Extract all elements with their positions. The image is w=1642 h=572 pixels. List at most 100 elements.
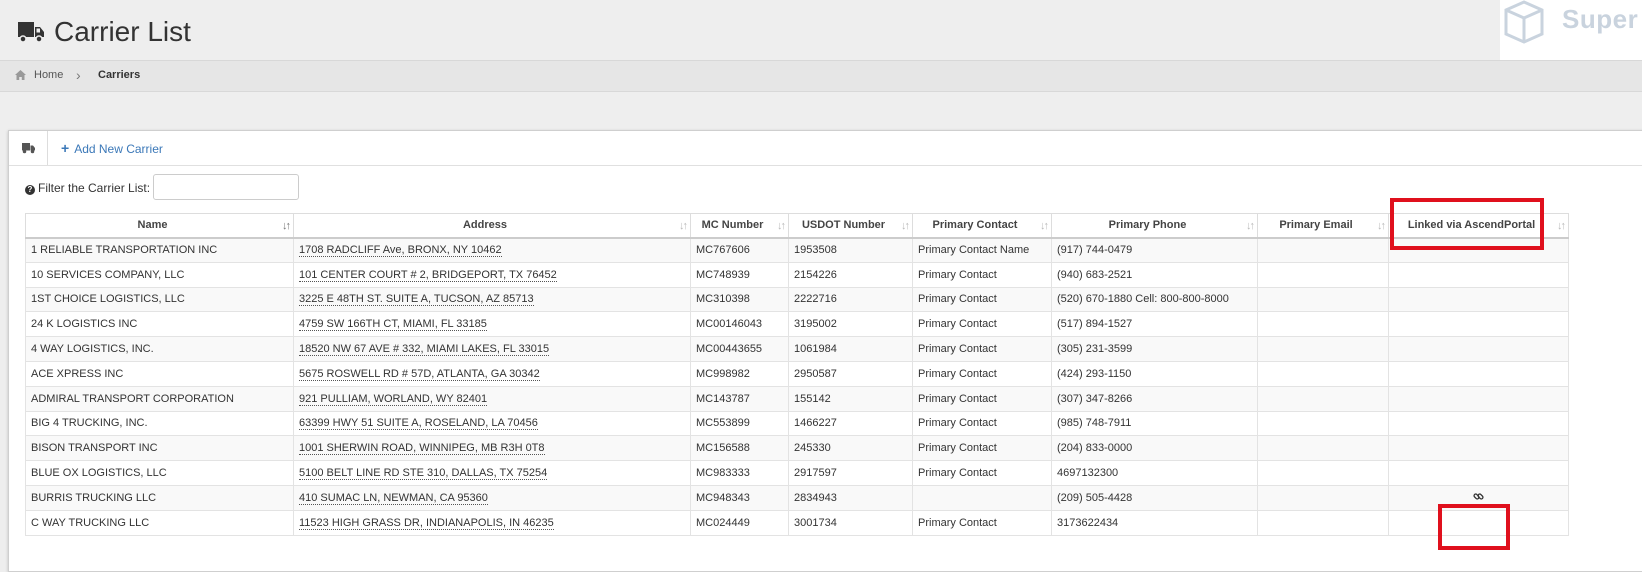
home-icon — [15, 70, 26, 80]
column-header-primary-contact[interactable]: Primary Contact ↓↑ — [912, 213, 1052, 239]
address-link[interactable]: 1708 RADCLIFF Ave, BRONX, NY 10462 — [299, 244, 502, 258]
cell-contact: Primary Contact — [912, 311, 1052, 338]
highlight-box-linked-header — [1390, 198, 1544, 250]
table-row[interactable]: BURRIS TRUCKING LLC 410 SUMAC LN, NEWMAN,… — [25, 484, 1569, 511]
address-link[interactable]: 5100 BELT LINE RD STE 310, DALLAS, TX 75… — [299, 467, 548, 481]
filter-input[interactable] — [153, 174, 299, 200]
cell-email — [1257, 385, 1389, 412]
table-row[interactable]: BLUE OX LOGISTICS, LLC 5100 BELT LINE RD … — [25, 460, 1569, 486]
cell-linked — [1388, 410, 1569, 437]
cell-linked — [1388, 460, 1569, 486]
table-row[interactable]: ACE XPRESS INC 5675 ROSWELL RD # 57D, ATL… — [25, 360, 1569, 387]
cell-phone: (985) 748-7911 — [1051, 410, 1258, 437]
cell-linked — [1388, 311, 1569, 338]
cell-email — [1257, 410, 1389, 437]
cell-name: 24 K LOGISTICS INC — [25, 311, 294, 338]
truck-icon — [22, 143, 35, 154]
table-row[interactable]: C WAY TRUCKING LLC 11523 HIGH GRASS DR, I… — [25, 509, 1569, 536]
cell-contact: Primary Contact — [912, 336, 1052, 362]
column-header-label: Primary Contact — [932, 219, 1018, 232]
sort-icon: ↓↑ — [282, 220, 291, 232]
cell-name: C WAY TRUCKING LLC — [25, 509, 294, 536]
column-header-mc-number[interactable]: MC Number ↓↑ — [690, 213, 789, 239]
link-icon[interactable] — [1473, 491, 1484, 505]
cell-contact: Primary Contact Name — [912, 237, 1052, 263]
cell-usdot: 2154226 — [788, 261, 913, 288]
cell-name: BISON TRANSPORT INC — [25, 435, 294, 462]
cell-mc: MC748939 — [690, 261, 789, 288]
cell-email — [1257, 484, 1389, 511]
cell-name: 1 RELIABLE TRANSPORTATION INC — [25, 237, 294, 263]
cell-usdot: 2917597 — [788, 460, 913, 486]
column-header-label: Name — [137, 219, 168, 232]
table-row[interactable]: BIG 4 TRUCKING, INC. 63399 HWY 51 SUITE A… — [25, 410, 1569, 437]
column-header-label: MC Number — [701, 219, 764, 232]
truck-icon — [18, 22, 44, 43]
table-row[interactable]: BISON TRANSPORT INC 1001 SHERWIN ROAD, WI… — [25, 435, 1569, 462]
address-link[interactable]: 921 PULLIAM, WORLAND, WY 82401 — [299, 392, 488, 406]
sort-icon: ↓↑ — [901, 220, 910, 232]
address-link[interactable]: 1001 SHERWIN ROAD, WINNIPEG, MB R3H 0T8 — [299, 442, 545, 456]
cell-address: 63399 HWY 51 SUITE A, ROSELAND, LA 70456 — [293, 410, 691, 437]
cell-name: BIG 4 TRUCKING, INC. — [25, 410, 294, 437]
panel-truck-tab — [9, 131, 48, 165]
column-header-address[interactable]: Address ↓↑ — [293, 213, 691, 239]
column-header-label: Primary Phone — [1108, 219, 1187, 232]
column-header-label: USDOT Number — [801, 219, 886, 232]
address-link[interactable]: 410 SUMAC LN, NEWMAN, CA 95360 — [299, 491, 488, 505]
cell-contact: Primary Contact — [912, 261, 1052, 288]
add-new-carrier-label: Add New Carrier — [74, 142, 163, 156]
cell-address: 5675 ROSWELL RD # 57D, ATLANTA, GA 30342 — [293, 360, 691, 387]
address-link[interactable]: 11523 HIGH GRASS DR, INDIANAPOLIS, IN 46… — [299, 516, 554, 530]
cell-phone: (940) 683-2521 — [1051, 261, 1258, 288]
table-row[interactable]: 24 K LOGISTICS INC 4759 SW 166TH CT, MIAM… — [25, 311, 1569, 338]
cell-address: 410 SUMAC LN, NEWMAN, CA 95360 — [293, 484, 691, 511]
panel-toolbar: + Add New Carrier — [9, 131, 1642, 166]
address-link[interactable]: 101 CENTER COURT # 2, BRIDGEPORT, TX 764… — [299, 268, 557, 282]
cell-email — [1257, 286, 1389, 313]
table-row[interactable]: 10 SERVICES COMPANY, LLC 101 CENTER COURT… — [25, 261, 1569, 288]
cell-phone: (520) 670-1880 Cell: 800-800-8000 — [1051, 286, 1258, 313]
sort-icon: ↓↑ — [1377, 220, 1386, 232]
page-header: Carrier List Super — [0, 0, 1642, 60]
address-link[interactable]: 18520 NW 67 AVE # 332, MIAMI LAKES, FL 3… — [299, 343, 550, 357]
cell-address: 5100 BELT LINE RD STE 310, DALLAS, TX 75… — [293, 460, 691, 486]
sort-icon: ↓↑ — [777, 220, 786, 232]
table-row[interactable]: ADMIRAL TRANSPORT CORPORATION 921 PULLIAM… — [25, 385, 1569, 412]
table-row[interactable]: 4 WAY LOGISTICS, INC. 18520 NW 67 AVE # 3… — [25, 336, 1569, 362]
cell-name: 1ST CHOICE LOGISTICS, LLC — [25, 286, 294, 313]
cell-mc: MC998982 — [690, 360, 789, 387]
table-row[interactable]: 1 RELIABLE TRANSPORTATION INC 1708 RADCLI… — [25, 237, 1569, 263]
table-row[interactable]: 1ST CHOICE LOGISTICS, LLC 3225 E 48TH ST.… — [25, 286, 1569, 313]
cell-mc: MC983333 — [690, 460, 789, 486]
cell-contact: Primary Contact — [912, 509, 1052, 536]
cell-contact: Primary Contact — [912, 460, 1052, 486]
cell-address: 1708 RADCLIFF Ave, BRONX, NY 10462 — [293, 237, 691, 263]
address-link[interactable]: 4759 SW 166TH CT, MIAMI, FL 33185 — [299, 318, 487, 332]
cell-name: ACE XPRESS INC — [25, 360, 294, 387]
cell-email — [1257, 360, 1389, 387]
column-header-usdot-number[interactable]: USDOT Number ↓↑ — [788, 213, 913, 239]
cell-phone: (204) 833-0000 — [1051, 435, 1258, 462]
sort-icon: ↓↑ — [1246, 220, 1255, 232]
cell-contact: Primary Contact — [912, 286, 1052, 313]
cell-usdot: 2834943 — [788, 484, 913, 511]
cell-phone: (917) 744-0479 — [1051, 237, 1258, 263]
cell-address: 4759 SW 166TH CT, MIAMI, FL 33185 — [293, 311, 691, 338]
column-header-name[interactable]: Name ↓↑ — [25, 213, 294, 239]
breadcrumb-home-link[interactable]: Home — [34, 69, 63, 81]
column-header-label: Address — [462, 219, 508, 232]
sort-icon: ↓↑ — [1040, 220, 1049, 232]
cell-contact: Primary Contact — [912, 385, 1052, 412]
cell-email — [1257, 336, 1389, 362]
cell-email — [1257, 311, 1389, 338]
add-new-carrier-button[interactable]: + Add New Carrier — [61, 140, 163, 156]
address-link[interactable]: 63399 HWY 51 SUITE A, ROSELAND, LA 70456 — [299, 417, 538, 431]
cell-name: BURRIS TRUCKING LLC — [25, 484, 294, 511]
cell-mc: MC553899 — [690, 410, 789, 437]
column-header-primary-phone[interactable]: Primary Phone ↓↑ — [1051, 213, 1258, 239]
column-header-primary-email[interactable]: Primary Email ↓↑ — [1257, 213, 1389, 239]
address-link[interactable]: 5675 ROSWELL RD # 57D, ATLANTA, GA 30342 — [299, 367, 540, 381]
cell-phone: 4697132300 — [1051, 460, 1258, 486]
address-link[interactable]: 3225 E 48TH ST. SUITE A, TUCSON, AZ 8571… — [299, 293, 534, 307]
